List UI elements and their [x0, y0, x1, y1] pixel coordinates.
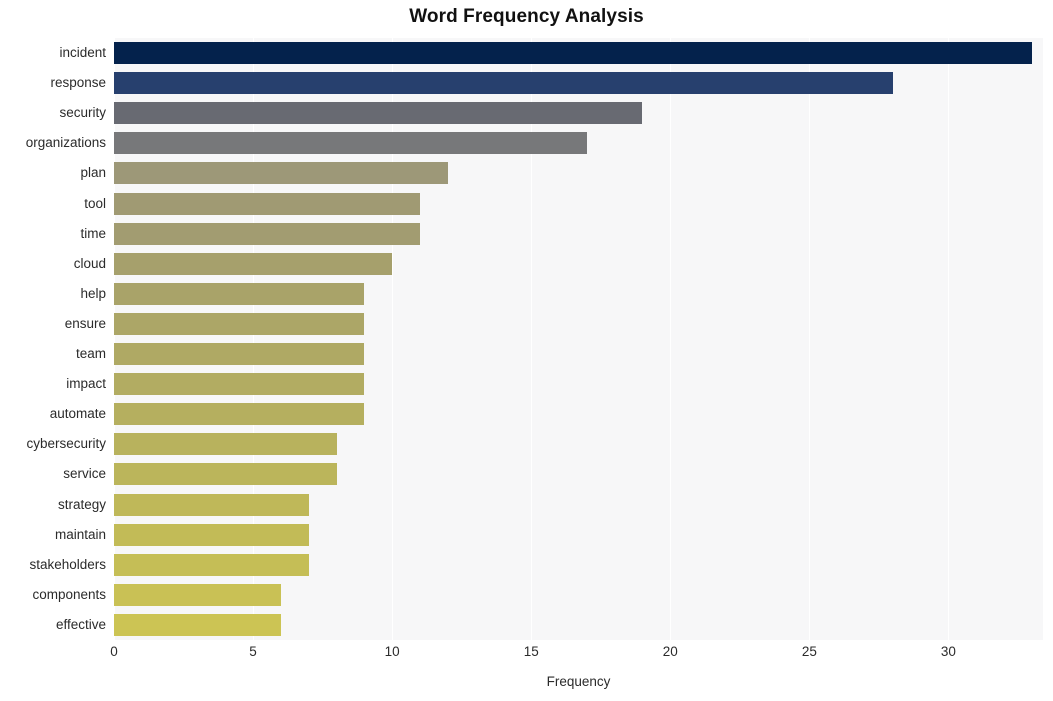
- y-tick-label-cybersecurity: cybersecurity: [26, 436, 106, 452]
- chart-title: Word Frequency Analysis: [409, 6, 644, 27]
- bar-row: [114, 433, 1043, 456]
- bar-row: [114, 42, 1043, 65]
- bar-cloud: [114, 252, 393, 275]
- bar-row: [114, 583, 1043, 606]
- bar-components: [114, 583, 281, 606]
- bar-row: [114, 373, 1043, 396]
- bar-row: [114, 222, 1043, 245]
- y-tick-label-plan: plan: [80, 165, 106, 181]
- x-tick-label-0: 0: [110, 644, 118, 659]
- bar-row: [114, 312, 1043, 335]
- y-tick-label-time: time: [80, 225, 106, 241]
- x-tick-label-5: 5: [249, 644, 257, 659]
- bar-row: [114, 132, 1043, 155]
- bar-ensure: [114, 312, 365, 335]
- bar-row: [114, 403, 1043, 426]
- y-tick-label-strategy: strategy: [57, 496, 106, 512]
- bar-row: [114, 463, 1043, 486]
- plot-area: [114, 38, 1043, 640]
- bar-maintain: [114, 523, 309, 546]
- bar-team: [114, 343, 365, 366]
- bar-automate: [114, 403, 365, 426]
- bar-service: [114, 463, 337, 486]
- y-tick-label-security: security: [59, 105, 106, 121]
- y-tick-label-team: team: [75, 346, 106, 362]
- bars-layer: [114, 38, 1043, 640]
- x-axis-title: Frequency: [546, 674, 611, 689]
- y-tick-label-ensure: ensure: [64, 315, 106, 331]
- bar-row: [114, 553, 1043, 576]
- bar-impact: [114, 373, 365, 396]
- bar-security: [114, 102, 643, 125]
- bar-effective: [114, 613, 281, 636]
- bar-row: [114, 523, 1043, 546]
- y-tick-label-service: service: [63, 466, 106, 482]
- y-tick-label-components: components: [32, 586, 106, 602]
- y-tick-label-stakeholders: stakeholders: [29, 556, 106, 572]
- bar-row: [114, 72, 1043, 95]
- bar-time: [114, 222, 420, 245]
- y-tick-label-effective: effective: [55, 616, 106, 632]
- y-tick-label-cloud: cloud: [73, 255, 106, 271]
- y-tick-label-incident: incident: [59, 45, 106, 61]
- y-tick-label-tool: tool: [84, 195, 106, 211]
- bar-help: [114, 282, 365, 305]
- y-tick-label-organizations: organizations: [25, 135, 106, 151]
- bar-row: [114, 613, 1043, 636]
- bar-row: [114, 192, 1043, 215]
- x-tick-label-20: 20: [662, 644, 678, 659]
- bar-row: [114, 162, 1043, 185]
- bar-row: [114, 282, 1043, 305]
- bar-row: [114, 343, 1043, 366]
- x-tick-label-30: 30: [940, 644, 956, 659]
- y-tick-label-automate: automate: [49, 406, 106, 422]
- y-axis-tick-labels: incident response security organizations pla…: [0, 38, 106, 640]
- bar-organizations: [114, 132, 587, 155]
- y-tick-label-response: response: [50, 75, 106, 91]
- bar-response: [114, 72, 893, 95]
- x-tick-label-10: 10: [384, 644, 400, 659]
- x-axis-tick-labels: 0 5 10 15 20 25 30: [0, 645, 1053, 669]
- bar-stakeholders: [114, 553, 309, 576]
- bar-row: [114, 252, 1043, 275]
- x-tick-label-15: 15: [523, 644, 539, 659]
- bar-row: [114, 493, 1043, 516]
- y-tick-label-help: help: [80, 285, 106, 301]
- x-tick-label-25: 25: [801, 644, 817, 659]
- bar-incident: [114, 42, 1032, 65]
- bar-tool: [114, 192, 420, 215]
- y-tick-label-impact: impact: [66, 376, 106, 392]
- bar-row: [114, 102, 1043, 125]
- bar-plan: [114, 162, 448, 185]
- word-frequency-chart: Word Frequency Analysis incident response…: [0, 0, 1053, 701]
- bar-strategy: [114, 493, 309, 516]
- y-tick-label-maintain: maintain: [54, 526, 106, 542]
- bar-cybersecurity: [114, 433, 337, 456]
